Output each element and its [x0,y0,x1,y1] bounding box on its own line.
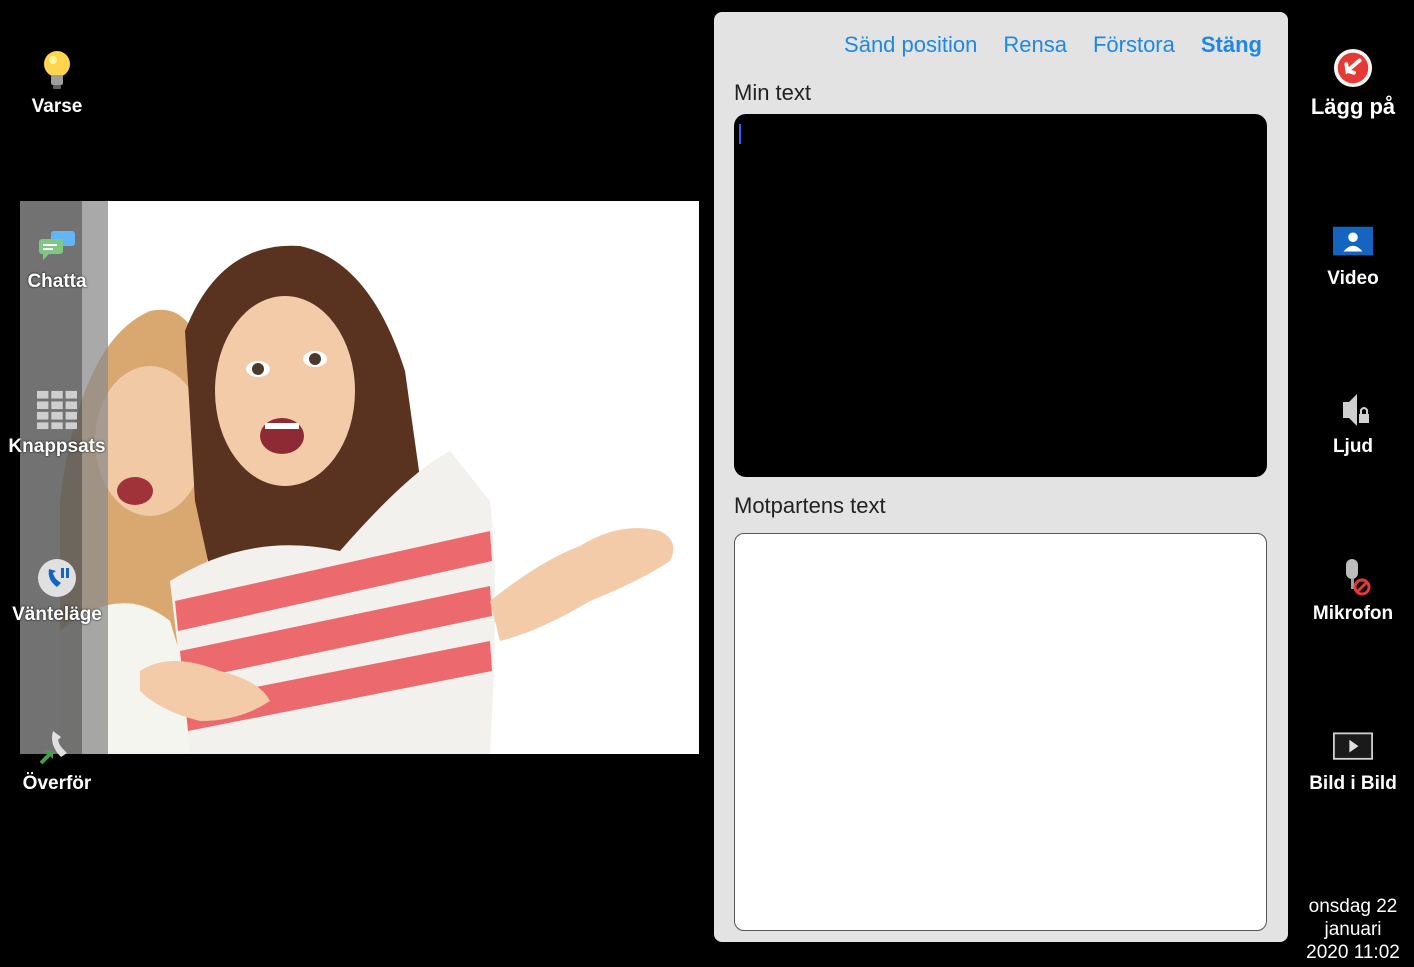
hold-label: Vänteläge [12,604,102,625]
keypad-label: Knappsats [8,436,106,457]
chat-label: Chatta [27,271,87,292]
close-link[interactable]: Stäng [1201,32,1262,58]
my-text-input[interactable] [734,114,1267,477]
date-line-2: januari [1324,919,1382,940]
chat-icon [37,225,77,265]
speaker-lock-icon [1333,390,1373,430]
microphone-label: Mikrofon [1312,603,1394,624]
transfer-icon [37,727,77,767]
hold-icon [37,558,77,598]
date-line-1: onsdag 22 [1308,896,1398,917]
mic-muted-icon [1333,557,1373,597]
send-position-link[interactable]: Sänd position [844,32,977,58]
alert-label: Varse [31,96,83,117]
their-text-label: Motpartens text [734,493,886,518]
keypad-button[interactable]: Knappsats [2,390,112,458]
video-label: Video [1327,268,1379,289]
microphone-button[interactable]: Mikrofon [1298,557,1408,625]
their-text-area [734,533,1267,931]
transfer-label: Överför [22,773,92,794]
pip-button[interactable]: Bild i Bild [1298,727,1408,795]
text-caret [739,124,741,144]
chat-button[interactable]: Chatta [2,225,112,293]
hold-button[interactable]: Vänteläge [2,558,112,626]
my-text-label: Min text [734,80,812,105]
sound-button[interactable]: Ljud [1298,390,1408,458]
hangup-icon [1333,48,1373,88]
lightbulb-icon [37,50,77,90]
chat-panel: Sänd position Rensa Förstora Stäng Min t… [714,12,1288,942]
date-line-3: 2020 11:02 [1306,942,1400,963]
picture-in-picture-icon [1333,727,1373,767]
sound-label: Ljud [1332,436,1374,457]
hangup-button[interactable]: Lägg på [1298,48,1408,120]
video-button[interactable]: Video [1298,222,1408,290]
remote-video [20,201,699,754]
alert-button[interactable]: Varse [2,50,112,118]
chat-toolbar: Sänd position Rensa Förstora Stäng [844,32,1262,58]
date-time: onsdag 22 januari 2020 11:02 [1296,895,1410,964]
enlarge-link[interactable]: Förstora [1093,32,1175,58]
clear-link[interactable]: Rensa [1003,32,1067,58]
transfer-button[interactable]: Överför [2,727,112,795]
keypad-icon [37,390,77,430]
pip-label: Bild i Bild [1309,773,1397,794]
hangup-label: Lägg på [1310,94,1396,119]
video-icon [1333,222,1373,262]
